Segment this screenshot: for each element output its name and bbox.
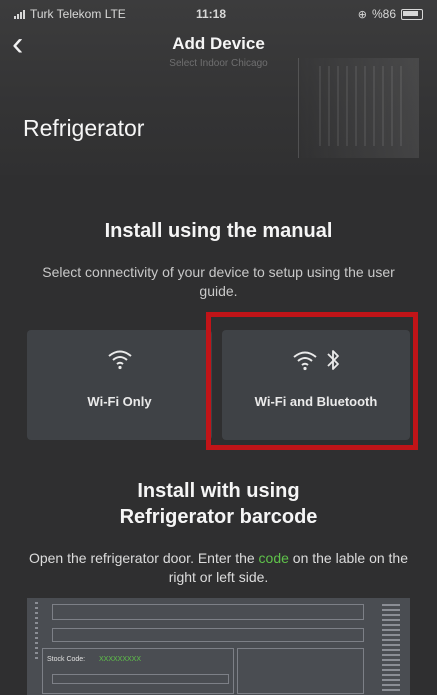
card-icons	[27, 348, 212, 370]
barcode-description-before: Open the refrigerator door. Enter the	[28, 550, 259, 566]
alarm-icon: ⊕	[357, 8, 367, 21]
battery-icon	[401, 8, 423, 20]
navigation-bar: ‹ Add Device Select Indoor Chicago	[0, 26, 437, 69]
label-field-4	[237, 648, 364, 694]
barcode-title-text: Install with using Refrigerator barcode	[119, 480, 318, 528]
wifi-icon	[107, 350, 132, 370]
status-right: ⊕ %86	[358, 7, 423, 21]
label-field-1	[52, 604, 364, 620]
label-field-2	[52, 628, 364, 642]
wifi-only-option[interactable]: Wi-Fi Only	[27, 330, 212, 440]
refrigerator-label-image: Stock Code: XXXXXXXXX	[27, 598, 410, 695]
header-background-pattern	[319, 66, 409, 146]
page-subtitle: Select Indoor Chicago	[169, 58, 268, 69]
barcode-section-description: Open the refrigerator door. Enter the co…	[20, 549, 417, 587]
device-title: Refrigerator	[23, 115, 145, 141]
status-time: 11:18	[196, 7, 227, 21]
wifi-only-label: Wi-Fi Only	[87, 394, 152, 409]
manual-section-title: Install using the manual	[104, 220, 333, 242]
signal-icon	[14, 9, 25, 19]
carrier-label: Turk Telekom LTE	[30, 7, 126, 21]
page-title: Add Device	[172, 34, 265, 53]
label-field-5	[52, 674, 229, 684]
battery-percentage: %86	[371, 7, 396, 21]
status-bar: Turk Telekom LTE 11:18 ⊕ %86	[0, 0, 437, 26]
manual-section-description: Select connectivity of your device to se…	[42, 264, 395, 299]
highlight-frame	[206, 312, 418, 450]
stock-code-value: XXXXXXXXX	[99, 656, 142, 663]
label-barcode-lines	[382, 604, 400, 692]
code-highlight: code	[258, 550, 289, 566]
label-side-text	[35, 602, 38, 662]
stock-code-label: Stock Code:	[47, 656, 86, 663]
label-field-3	[42, 648, 234, 694]
barcode-section-title: Install with using Refrigerator barcode	[0, 478, 437, 530]
status-left: Turk Telekom LTE	[14, 7, 126, 21]
